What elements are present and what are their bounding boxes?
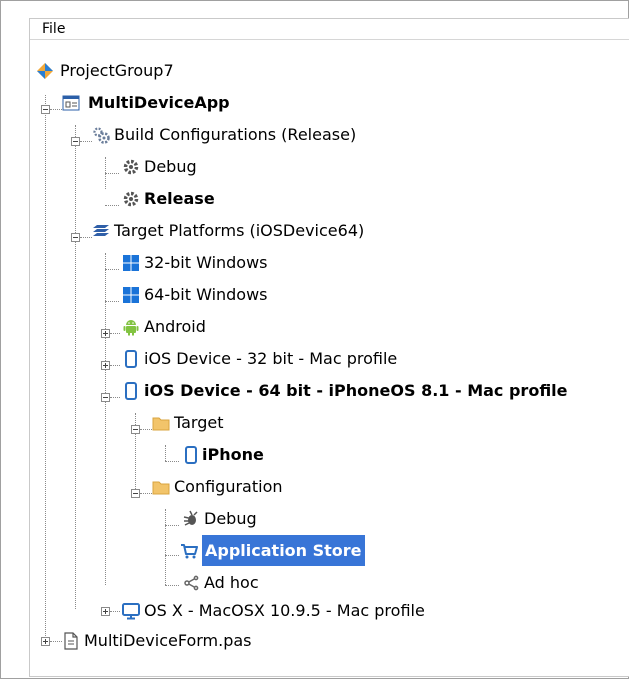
ios-device-icon [125, 350, 137, 368]
tree-item-label: Ad hoc [204, 573, 259, 592]
collapse-toggle-configuration[interactable] [131, 489, 140, 498]
tree-line [140, 493, 152, 494]
tree-line [165, 555, 179, 556]
collapse-toggle-target[interactable] [131, 425, 140, 434]
window-frame: File ProjectGroup7 MultiDeviceApp Build … [0, 0, 629, 679]
tree-line [105, 205, 119, 206]
tree-line [165, 445, 166, 461]
tree-line [80, 141, 92, 142]
expand-toggle-android[interactable] [101, 329, 110, 338]
collapse-toggle-build-configs[interactable] [71, 137, 80, 146]
expand-toggle-osx[interactable] [101, 607, 110, 616]
tree-item-label: iPhone [202, 445, 264, 464]
windows-icon [123, 255, 139, 271]
tree-item-label: 32-bit Windows [144, 253, 268, 272]
file-icon [64, 632, 78, 650]
shopping-cart-icon [181, 544, 198, 559]
folder-icon [152, 417, 170, 431]
android-icon [123, 320, 139, 336]
collapse-toggle-app[interactable] [41, 105, 50, 114]
tree-item-label: Target [174, 413, 224, 432]
gear-icon [123, 191, 139, 207]
tree-item-label: iOS Device - 32 bit - Mac profile [144, 349, 398, 368]
tree-line [110, 365, 120, 366]
tree-item-label: Debug [204, 509, 257, 528]
expand-toggle-ios32[interactable] [101, 361, 110, 370]
tree-line [105, 301, 119, 302]
tree-line [45, 95, 46, 642]
tree-item-label: Debug [144, 157, 197, 176]
tree-line [165, 585, 179, 586]
windows-icon [123, 287, 139, 303]
window-client: File ProjectGroup7 MultiDeviceApp Build … [3, 3, 629, 678]
ios-device-icon [125, 382, 137, 400]
tree-line [50, 641, 62, 642]
tree-item-label-selected: Application Store [202, 535, 365, 566]
tree-item-label: OS X - MacOSX 10.9.5 - Mac profile [144, 601, 425, 620]
tree-item-label: Configuration [174, 477, 283, 496]
project-tree-panel: File ProjectGroup7 MultiDeviceApp Build … [29, 18, 629, 677]
bug-icon [183, 510, 198, 526]
expand-toggle-form[interactable] [41, 637, 50, 646]
tree-item-label: iOS Device - 64 bit - iPhoneOS 8.1 - Mac… [144, 381, 568, 400]
tree-line [110, 611, 120, 612]
tree-item-label: Build Configurations (Release) [114, 125, 357, 144]
tree-line [80, 237, 92, 238]
tree-item-label: ProjectGroup7 [60, 61, 174, 80]
tree-line [165, 525, 179, 526]
tree-item-label: MultiDeviceForm.pas [84, 631, 252, 650]
file-header[interactable]: File [30, 19, 629, 40]
folder-icon [152, 481, 170, 495]
tree-item-label: Target Platforms (iOSDevice64) [114, 221, 365, 240]
tree-line [75, 125, 76, 609]
tree-item-label: Android [144, 317, 206, 336]
collapse-toggle-target-platforms[interactable] [71, 233, 80, 242]
app-window-icon [62, 95, 80, 111]
collapse-toggle-ios64[interactable] [101, 393, 110, 402]
tree-line [110, 333, 120, 334]
tree-item-label: Release [144, 189, 215, 208]
tree-line [140, 429, 152, 430]
tree-line [105, 269, 119, 270]
tree-line [110, 397, 120, 398]
tree-line [50, 109, 62, 110]
tree-item-label: 64-bit Windows [144, 285, 268, 304]
build-configurations-icon [93, 127, 110, 144]
monitor-icon [122, 603, 140, 620]
gear-icon [123, 159, 139, 175]
tree-line [165, 509, 166, 585]
iphone-icon [185, 446, 197, 464]
file-header-label: File [42, 21, 66, 37]
share-icon [184, 575, 199, 591]
project-group-icon [37, 63, 53, 79]
tree-item-label: MultiDeviceApp [88, 93, 230, 112]
platform-layers-icon [93, 225, 109, 236]
tree-line [105, 173, 119, 174]
tree-line [165, 461, 179, 462]
tree-line [105, 253, 106, 585]
